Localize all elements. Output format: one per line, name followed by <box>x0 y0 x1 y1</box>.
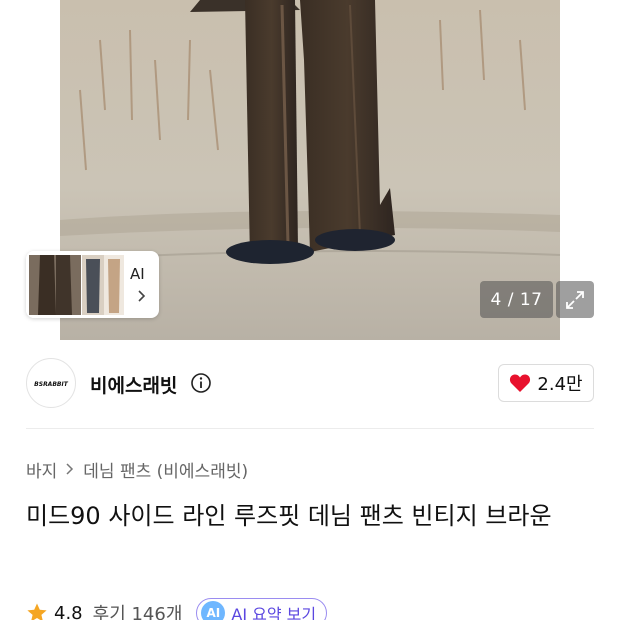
brand-name[interactable]: 비에스래빗 <box>90 371 177 398</box>
product-image-gallery[interactable]: AI 4 / 17 <box>0 0 620 340</box>
brand-logo[interactable]: BSRABBIT <box>26 358 76 408</box>
ai-badge-icon: AI <box>201 601 226 620</box>
like-button[interactable]: 2.4만 <box>498 364 594 402</box>
chevron-right-icon <box>138 290 146 302</box>
product-title: 미드90 사이드 라인 루즈핏 데님 팬츠 빈티지 브라운 <box>26 502 552 530</box>
expand-button[interactable] <box>556 281 594 318</box>
expand-icon <box>566 290 584 309</box>
ai-thumbnail-card[interactable]: AI <box>26 251 159 318</box>
section-divider <box>26 428 594 429</box>
breadcrumb: 바지 데님 팬츠 (비에스래빗) <box>26 457 248 482</box>
ai-summary-button[interactable]: AI AI 요약 보기 <box>196 598 328 620</box>
image-counter: 4 / 17 <box>480 281 553 318</box>
breadcrumb-item-denim[interactable]: 데님 팬츠 (비에스래빗) <box>83 457 248 482</box>
svg-text:BSRABBIT: BSRABBIT <box>34 381 69 388</box>
chevron-right-icon <box>66 463 74 475</box>
review-count-link[interactable]: 후기 146개 <box>93 600 183 620</box>
breadcrumb-item-pants[interactable]: 바지 <box>26 457 57 482</box>
ai-summary-label: AI 요약 보기 <box>231 605 317 620</box>
rating-value: 4.8 <box>54 602 83 620</box>
brand-row: BSRABBIT 비에스래빗 2.4만 <box>26 358 594 410</box>
heart-icon <box>510 374 531 392</box>
like-count: 2.4만 <box>537 374 583 395</box>
rating-row: 4.8 후기 146개 AI AI 요약 보기 <box>26 598 328 620</box>
ai-thumbnail-label: AI <box>130 265 145 283</box>
star-icon <box>27 603 47 620</box>
info-icon[interactable] <box>190 372 212 394</box>
thumbnail-strip <box>26 251 126 318</box>
